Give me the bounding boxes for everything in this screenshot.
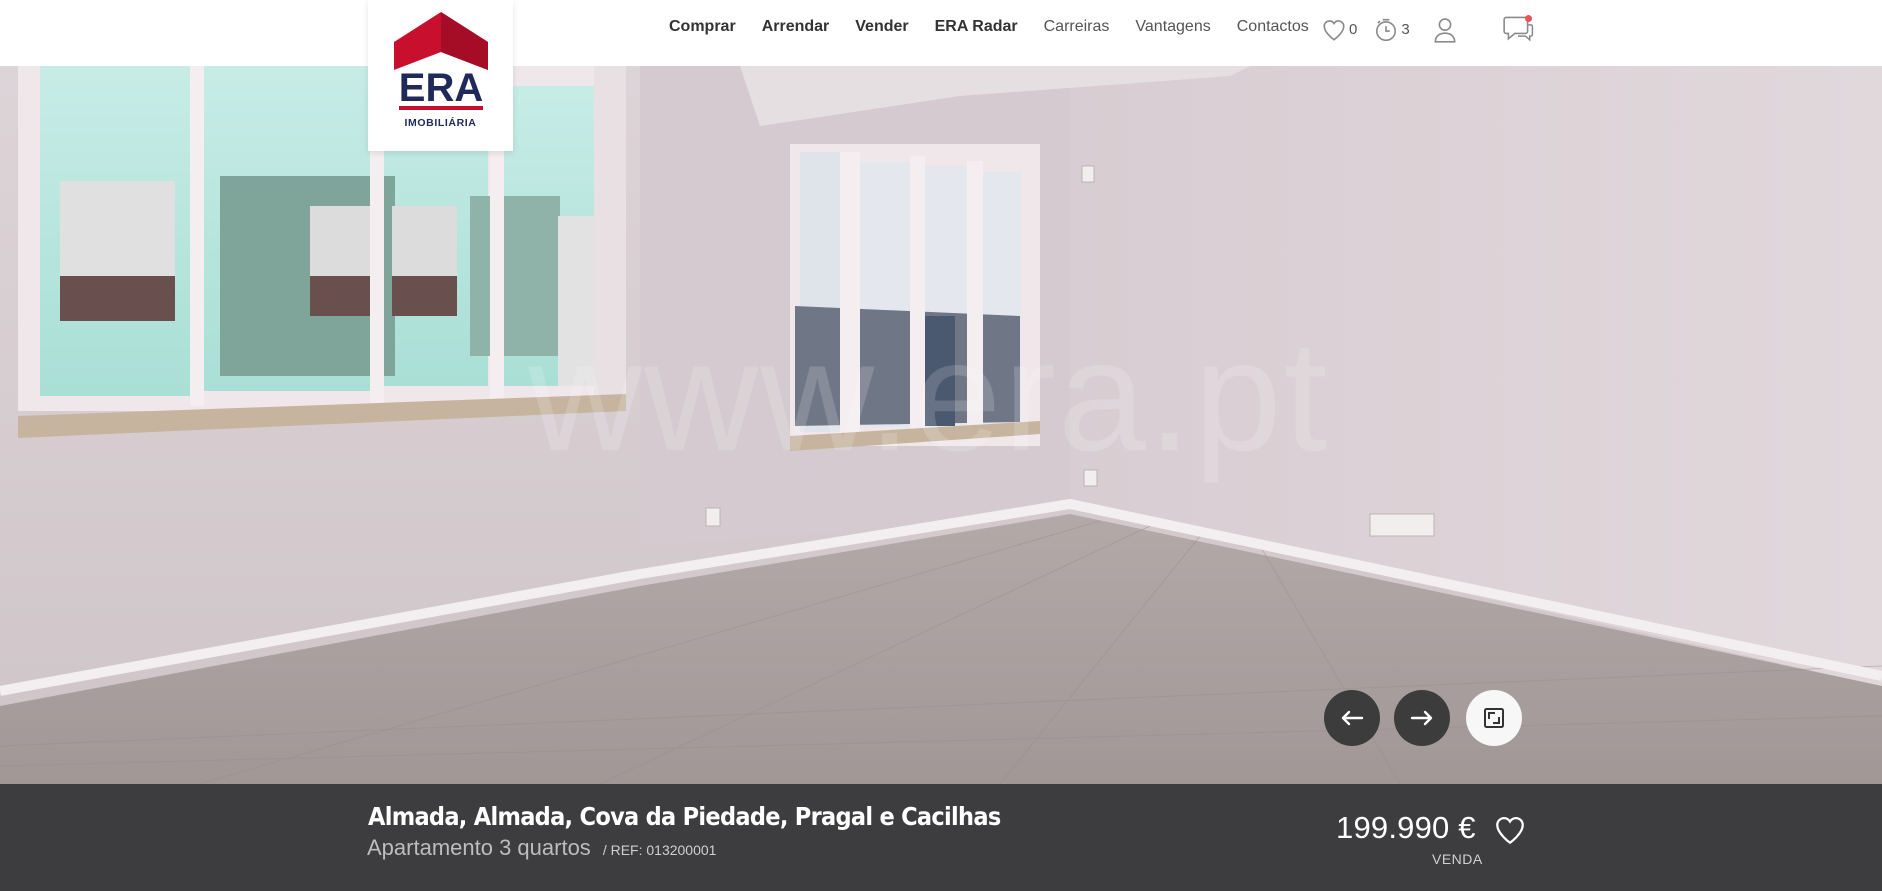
- era-logo-tagline: IMOBILIÁRIA: [404, 117, 477, 129]
- nav-vantagens[interactable]: Vantagens: [1135, 18, 1210, 36]
- gallery-watermark: www.era.pt: [528, 308, 1330, 484]
- listing-price: 199.990 €: [1336, 810, 1476, 845]
- site-header: Comprar Arrendar Vender ERA Radar Carrei…: [0, 0, 1882, 66]
- arrow-left-icon: [1341, 710, 1364, 726]
- nav-contactos[interactable]: Contactos: [1237, 18, 1309, 36]
- era-logo-mark: ERA: [393, 12, 488, 110]
- chat-notification-dot: [1524, 15, 1532, 22]
- main-nav: Comprar Arrendar Vender ERA Radar Carrei…: [669, 17, 1335, 37]
- era-logo-text: ERA: [398, 66, 482, 110]
- arrow-right-icon: [1410, 710, 1433, 726]
- favorites-button[interactable]: 0: [1321, 17, 1357, 43]
- header-icons: 0 3: [1321, 12, 1534, 47]
- gallery-prev-button[interactable]: [1324, 690, 1380, 746]
- transaction-type: VENDA: [1432, 851, 1483, 867]
- era-logo[interactable]: ERA IMOBILIÁRIA: [368, 0, 513, 151]
- heart-icon: [1323, 19, 1345, 41]
- history-count: 3: [1401, 21, 1410, 38]
- clock-icon: [1376, 18, 1397, 41]
- listing-reference: / REF: 013200001: [602, 842, 717, 858]
- gallery-next-button[interactable]: [1394, 690, 1450, 746]
- nav-vender[interactable]: Vender: [855, 18, 908, 36]
- nav-carreiras[interactable]: Carreiras: [1044, 18, 1110, 36]
- fullscreen-icon: [1484, 708, 1504, 728]
- listing-info-bar: Almada, Almada, Cova da Piedade, Pragal …: [0, 784, 1882, 891]
- gallery-fullscreen-button[interactable]: [1466, 690, 1522, 746]
- user-icon: [1434, 17, 1456, 43]
- chat-button[interactable]: [1502, 12, 1534, 47]
- listing-location: Almada, Almada, Cova da Piedade, Pragal …: [368, 802, 1001, 831]
- property-photo-gallery: www.era.pt: [0, 66, 1882, 784]
- heart-icon: [1496, 816, 1524, 845]
- property-type: Apartamento 3 quartos: [367, 835, 591, 860]
- favorites-count: 0: [1349, 21, 1358, 38]
- add-favorite-button[interactable]: [1493, 813, 1527, 852]
- account-button[interactable]: [1432, 16, 1458, 44]
- history-button[interactable]: 3: [1373, 17, 1410, 43]
- nav-era-radar[interactable]: ERA Radar: [935, 18, 1018, 36]
- nav-arrendar[interactable]: Arrendar: [762, 18, 830, 36]
- nav-comprar[interactable]: Comprar: [669, 18, 736, 36]
- listing-subline: Apartamento 3 quartos / REF: 013200001: [367, 835, 716, 861]
